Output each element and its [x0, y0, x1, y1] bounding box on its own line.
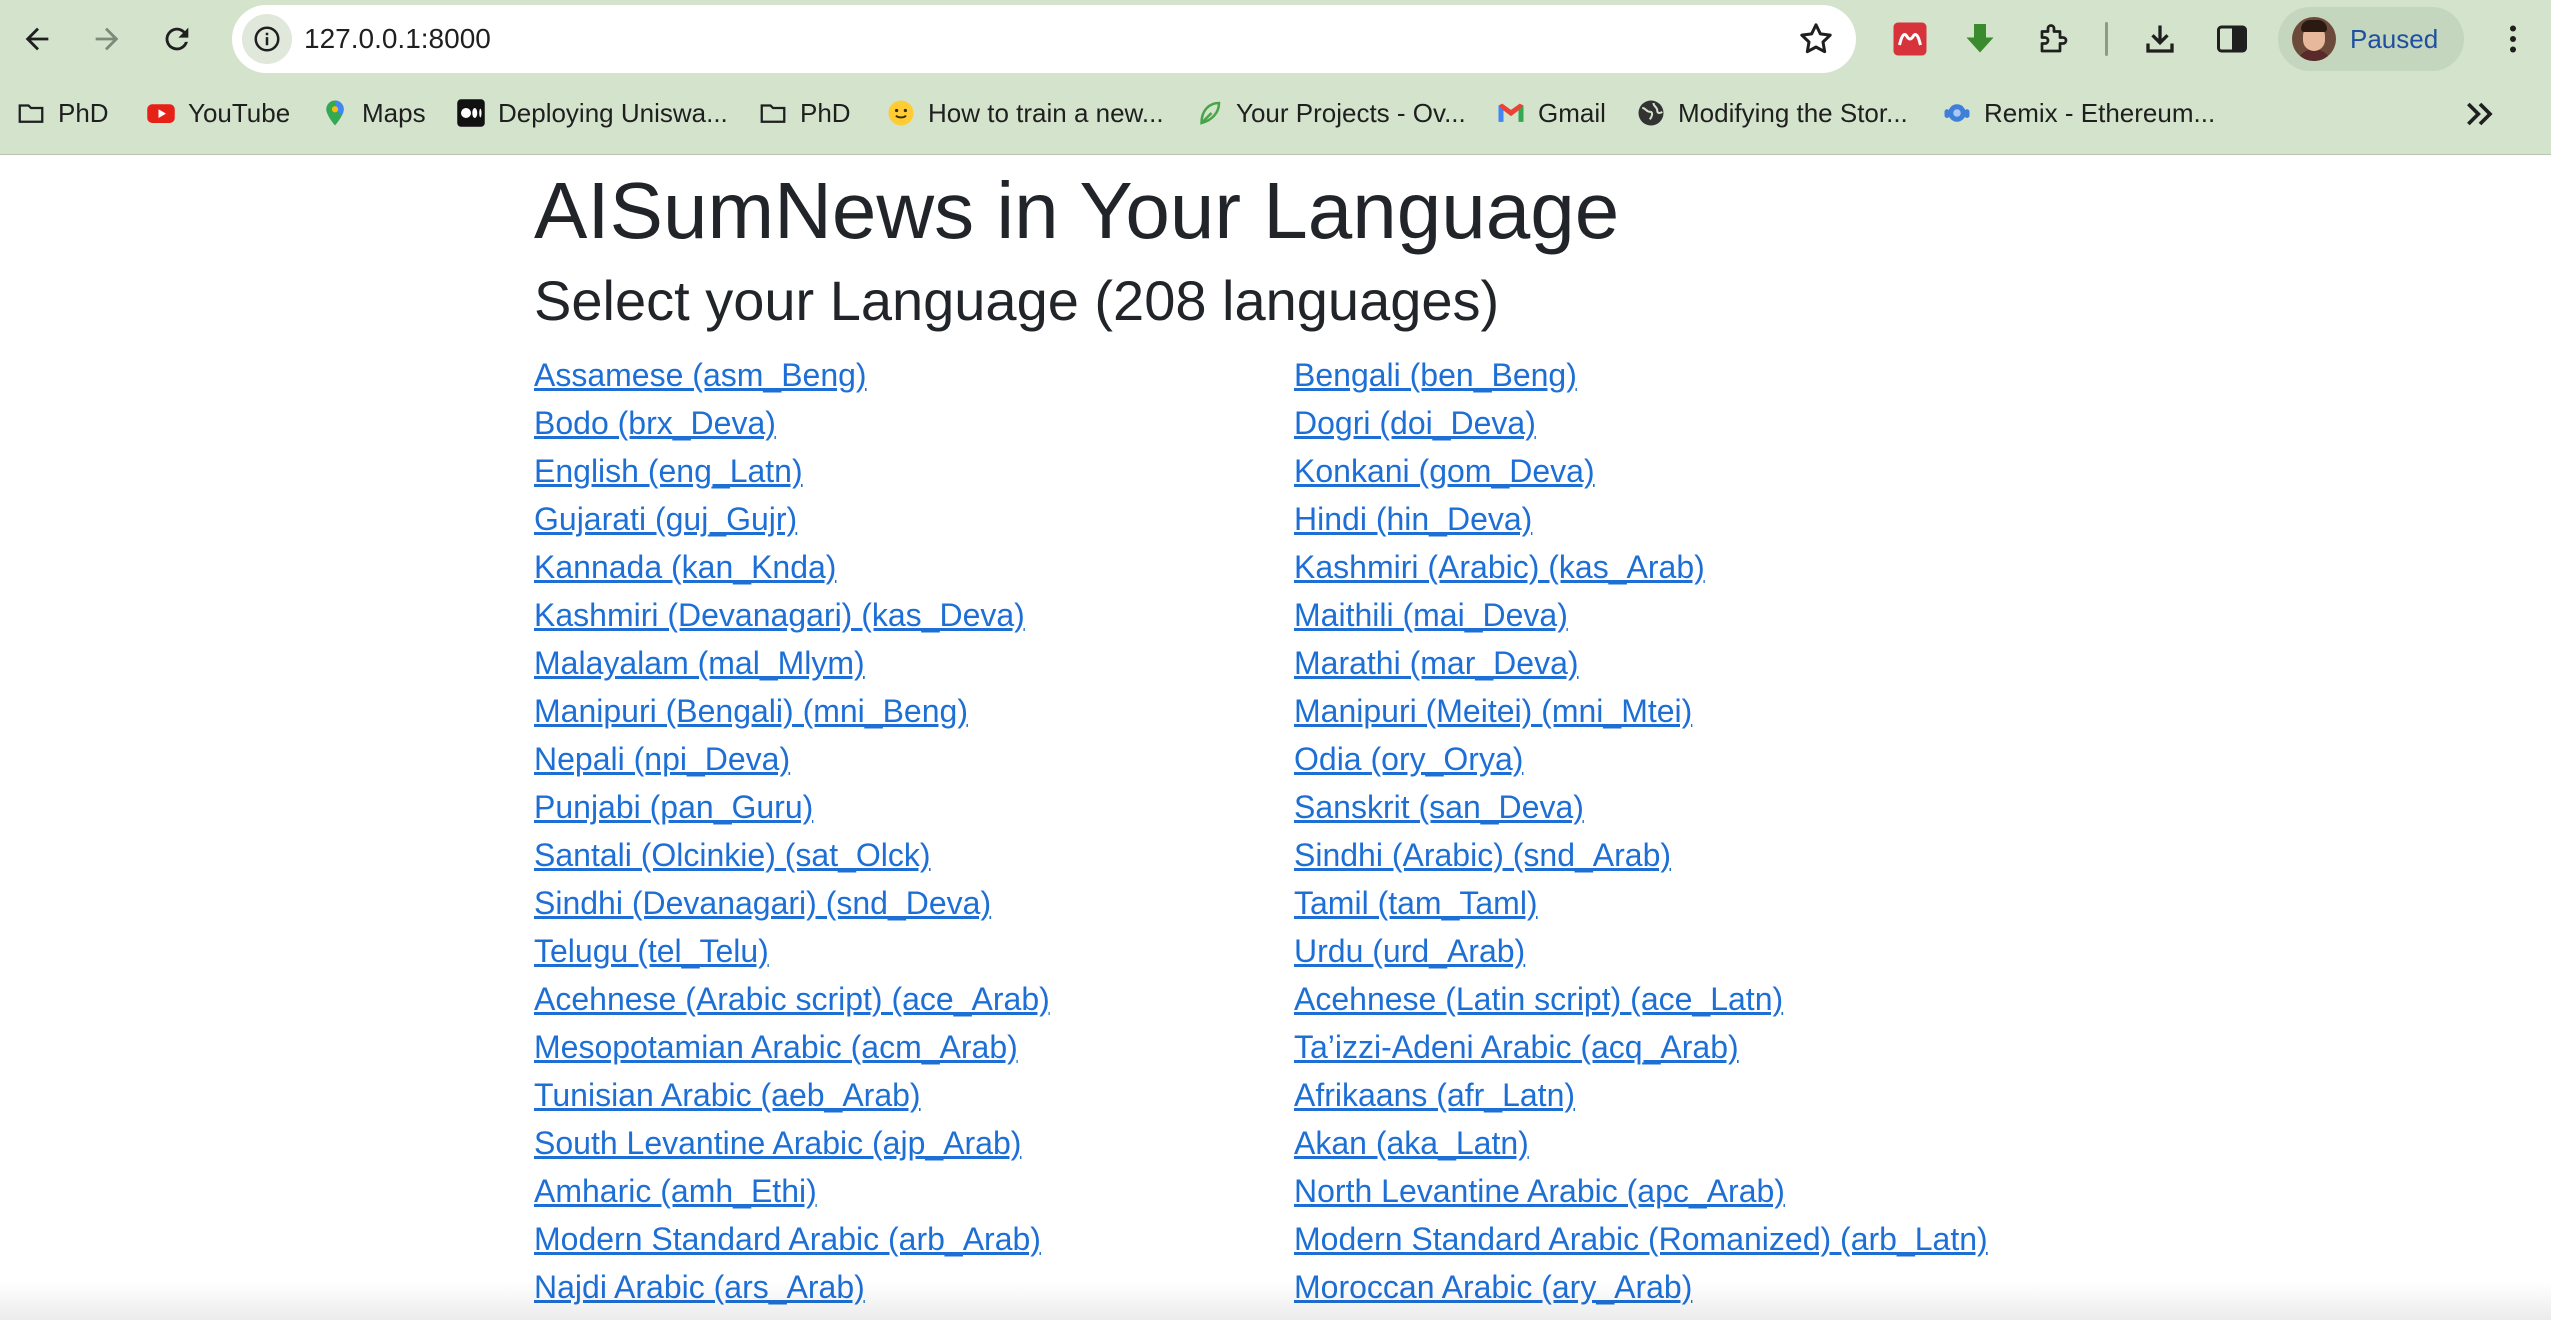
download-arrow-extension-icon[interactable]: [1958, 17, 2002, 61]
language-link[interactable]: Telugu (tel_Telu): [534, 927, 769, 975]
bookmark-maps[interactable]: Maps: [320, 88, 426, 138]
globe-icon: [1636, 98, 1666, 128]
bookmark-modifying-the-storage[interactable]: Modifying the Stor...: [1636, 88, 1908, 138]
bookmark-how-to-train[interactable]: How to train a new...: [886, 88, 1164, 138]
language-link[interactable]: Tamil (tam_Taml): [1294, 879, 1538, 927]
language-link[interactable]: Tunisian Arabic (aeb_Arab): [534, 1071, 921, 1119]
language-link[interactable]: Dogri (doi_Deva): [1294, 399, 1536, 447]
language-link[interactable]: Manipuri (Meitei) (mni_Mtei): [1294, 687, 1692, 735]
bookmark-gmail[interactable]: Gmail: [1496, 88, 1606, 138]
browser-chrome: 127.0.0.1:8000 Paused PhD YouTube Maps D…: [0, 0, 2551, 155]
bookmark-youtube[interactable]: YouTube: [146, 88, 290, 138]
language-link[interactable]: Bengali (ben_Beng): [1294, 351, 1577, 399]
language-link[interactable]: Punjabi (pan_Guru): [534, 783, 813, 831]
language-link[interactable]: Kashmiri (Arabic) (kas_Arab): [1294, 543, 1705, 591]
bookmarks-bar: PhD YouTube Maps Deploying Uniswa... PhD…: [0, 88, 2551, 138]
forward-arrow-icon: [95, 27, 119, 51]
page-title: AISumNews in Your Language: [534, 166, 1620, 255]
language-link[interactable]: North Levantine Arabic (apc_Arab): [1294, 1167, 1785, 1215]
forward-button[interactable]: [82, 14, 132, 64]
browser-toolbar: 127.0.0.1:8000 Paused: [0, 0, 2551, 78]
profile-status-label: Paused: [2350, 23, 2439, 54]
language-link[interactable]: Odia (ory_Orya): [1294, 735, 1523, 783]
medium-icon: [456, 98, 486, 128]
bookmark-deploying-uniswap[interactable]: Deploying Uniswa...: [456, 88, 728, 138]
page-subtitle: Select your Language (208 languages): [534, 269, 1500, 332]
language-link[interactable]: Mesopotamian Arabic (acm_Arab): [534, 1023, 1018, 1071]
language-link[interactable]: Sanskrit (san_Deva): [1294, 783, 1584, 831]
language-link[interactable]: Urdu (urd_Arab): [1294, 927, 1525, 975]
avatar: [2292, 17, 2336, 61]
leaf-icon: [1194, 98, 1224, 128]
language-link[interactable]: Maithili (mai_Deva): [1294, 591, 1568, 639]
more-menu-icon[interactable]: [2488, 14, 2538, 64]
youtube-icon: [146, 98, 176, 128]
address-bar[interactable]: 127.0.0.1:8000: [232, 5, 1856, 73]
maps-pin-icon: [320, 98, 350, 128]
bottom-shadow: [0, 1282, 2551, 1320]
mendeley-extension-icon[interactable]: [1888, 17, 1932, 61]
downloads-icon[interactable]: [2138, 17, 2182, 61]
language-link[interactable]: Santali (Olcinkie) (sat_Olck): [534, 831, 931, 879]
language-link[interactable]: Akan (aka_Latn): [1294, 1119, 1529, 1167]
language-link[interactable]: Afrikaans (afr_Latn): [1294, 1071, 1575, 1119]
language-link[interactable]: Manipuri (Bengali) (mni_Beng): [534, 687, 968, 735]
remix-icon: [1942, 98, 1972, 128]
hugging-face-icon: [886, 98, 916, 128]
language-link[interactable]: Bodo (brx_Deva): [534, 399, 776, 447]
reload-button[interactable]: [152, 14, 202, 64]
language-link[interactable]: Nepali (npi_Deva): [534, 735, 790, 783]
language-link[interactable]: Kashmiri (Devanagari) (kas_Deva): [534, 591, 1025, 639]
language-link[interactable]: Acehnese (Arabic script) (ace_Arab): [534, 975, 1050, 1023]
language-link[interactable]: Ta’izzi-Adeni Arabic (acq_Arab): [1294, 1023, 1739, 1071]
extensions-puzzle-icon[interactable]: [2032, 17, 2076, 61]
profile-button[interactable]: Paused: [2278, 7, 2464, 71]
bookmark-remix-ethereum[interactable]: Remix - Ethereum...: [1942, 88, 2215, 138]
back-arrow-icon: [25, 27, 49, 51]
language-link[interactable]: Sindhi (Arabic) (snd_Arab): [1294, 831, 1671, 879]
language-link[interactable]: Modern Standard Arabic (Romanized) (arb_…: [1294, 1215, 1988, 1263]
language-link[interactable]: Konkani (gom_Deva): [1294, 447, 1595, 495]
bookmark-phd-1[interactable]: PhD: [16, 88, 109, 138]
language-link[interactable]: Assamese (asm_Beng): [534, 351, 867, 399]
language-link[interactable]: Acehnese (Latin script) (ace_Latn): [1294, 975, 1783, 1023]
bookmark-star-icon[interactable]: [1796, 19, 1836, 59]
folder-icon: [758, 98, 788, 128]
language-link[interactable]: Malayalam (mal_Mlym): [534, 639, 865, 687]
back-button[interactable]: [12, 14, 62, 64]
gmail-icon: [1496, 98, 1526, 128]
folder-icon: [16, 98, 46, 128]
language-link[interactable]: Kannada (kan_Knda): [534, 543, 836, 591]
language-link[interactable]: Marathi (mar_Deva): [1294, 639, 1579, 687]
language-link[interactable]: South Levantine Arabic (ajp_Arab): [534, 1119, 1021, 1167]
reload-icon: [165, 27, 189, 51]
more-bookmarks-chevron-icon[interactable]: [2460, 94, 2500, 134]
toolbar-separator: [2105, 22, 2108, 56]
page-content: AISumNews in Your Language Select your L…: [0, 155, 2551, 1320]
site-info-icon[interactable]: [242, 14, 292, 64]
url-text[interactable]: 127.0.0.1:8000: [304, 5, 491, 73]
language-link[interactable]: Gujarati (guj_Gujr): [534, 495, 797, 543]
language-link[interactable]: Hindi (hin_Deva): [1294, 495, 1532, 543]
language-link[interactable]: Sindhi (Devanagari) (snd_Deva): [534, 879, 991, 927]
language-link[interactable]: Amharic (amh_Ethi): [534, 1167, 817, 1215]
language-link[interactable]: English (eng_Latn): [534, 447, 803, 495]
bookmark-your-projects[interactable]: Your Projects - Ov...: [1194, 88, 1466, 138]
language-link[interactable]: Modern Standard Arabic (arb_Arab): [534, 1215, 1041, 1263]
side-panel-icon[interactable]: [2210, 17, 2254, 61]
language-list: Assamese (asm_Beng) Bengali (ben_Beng) Bod…: [534, 351, 2054, 1311]
bookmark-phd-2[interactable]: PhD: [758, 88, 851, 138]
